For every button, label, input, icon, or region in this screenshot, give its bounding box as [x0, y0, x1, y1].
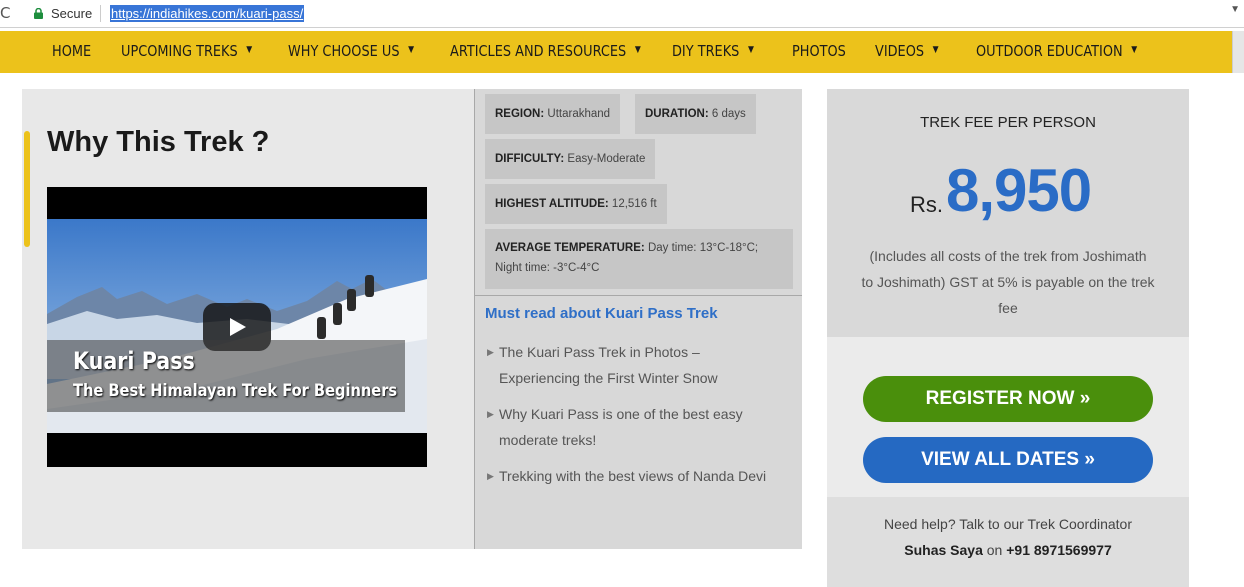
- help-text: Need help? Talk to our Trek Coordinator: [884, 516, 1132, 532]
- caret-down-icon: ▼: [246, 45, 253, 55]
- triangle-right-icon: ▶: [487, 471, 494, 481]
- altitude-tag: HIGHEST ALTITUDE: 12,516 ft: [485, 184, 667, 224]
- play-icon: [230, 318, 246, 336]
- must-read-heading[interactable]: Must read about Kuari Pass Trek: [485, 305, 718, 322]
- temperature-tag: AVERAGE TEMPERATURE: Day time: 13°C-18°C…: [485, 229, 793, 289]
- url-field[interactable]: https://indiahikes.com/kuari-pass/: [110, 5, 305, 22]
- must-read-link[interactable]: Why Kuari Pass is one of the best easy mo…: [499, 401, 743, 453]
- must-read-link[interactable]: Trekking with the best views of Nanda De…: [499, 463, 766, 489]
- coordinator-name: Suhas Saya: [904, 542, 983, 558]
- page-scrollbar[interactable]: [1232, 31, 1244, 73]
- nav-item-outdoor-education[interactable]: OUTDOOR EDUCATION ▼: [976, 42, 1137, 60]
- nav-item-why-choose-us[interactable]: WHY CHOOSE US ▼: [288, 42, 414, 60]
- nav-item-videos[interactable]: VIDEOS ▼: [875, 42, 939, 60]
- must-read-link[interactable]: The Kuari Pass Trek in Photos – Experienc…: [499, 339, 718, 391]
- caret-down-icon: ▼: [747, 45, 754, 55]
- nav-item-upcoming-treks[interactable]: UPCOMING TREKS ▼: [121, 42, 252, 60]
- triangle-right-icon: ▶: [487, 347, 494, 357]
- region-tag: REGION: Uttarakhand: [485, 94, 621, 134]
- accent-bar: [24, 131, 30, 247]
- why-trek-title: Why This Trek ?: [47, 126, 270, 158]
- nav-item-photos[interactable]: PHOTOS: [792, 42, 846, 60]
- fee-label: TREK FEE PER PERSON: [920, 114, 1096, 131]
- video-title: Kuari Pass: [73, 347, 195, 375]
- divider: [475, 295, 802, 296]
- nav-item-diy-treks[interactable]: DIY TREKS ▼: [672, 42, 754, 60]
- view-all-dates-button[interactable]: VIEW ALL DATES »: [863, 437, 1153, 483]
- caret-down-icon: ▼: [932, 45, 939, 55]
- duration-tag: DURATION: 6 days: [635, 94, 756, 134]
- browser-address-bar: C Secure https://indiahikes.com/kuari-pa…: [0, 0, 1244, 28]
- secure-label: Secure: [51, 6, 93, 21]
- caret-down-icon: ▼: [1131, 45, 1138, 55]
- caret-down-icon: ▼: [408, 45, 415, 55]
- currency-label: Rs.: [910, 192, 943, 217]
- nav-item-home[interactable]: HOME: [52, 42, 91, 60]
- register-now-button[interactable]: REGISTER NOW »: [863, 376, 1153, 422]
- coordinator-phone[interactable]: +91 8971569977: [1006, 542, 1112, 558]
- fee-note: (Includes all costs of the trek from Jos…: [861, 248, 1155, 316]
- coordinator-contact: Suhas Saya on +91 8971569977: [904, 542, 1112, 558]
- main-nav: HOME UPCOMING TREKS ▼ WHY CHOOSE US ▼ ARTI…: [0, 31, 1244, 73]
- reload-icon[interactable]: C: [0, 4, 14, 22]
- triangle-right-icon: ▶: [487, 409, 494, 419]
- lock-icon: [34, 8, 43, 19]
- caret-down-icon: ▼: [634, 45, 641, 55]
- nav-item-articles[interactable]: ARTICLES AND RESOURCES ▼: [450, 42, 641, 60]
- trek-price: 8,950: [946, 157, 1092, 224]
- chevron-down-icon[interactable]: ▼: [1230, 4, 1240, 15]
- video-subtitle: The Best Himalayan Trek For Beginners: [73, 381, 398, 401]
- difficulty-tag: DIFFICULTY: Easy-Moderate: [485, 139, 656, 179]
- video-caption: Kuari Pass The Best Himalayan Trek For B…: [47, 340, 405, 412]
- video-player[interactable]: Kuari Pass The Best Himalayan Trek For B…: [47, 187, 427, 467]
- address-separator: [100, 5, 101, 22]
